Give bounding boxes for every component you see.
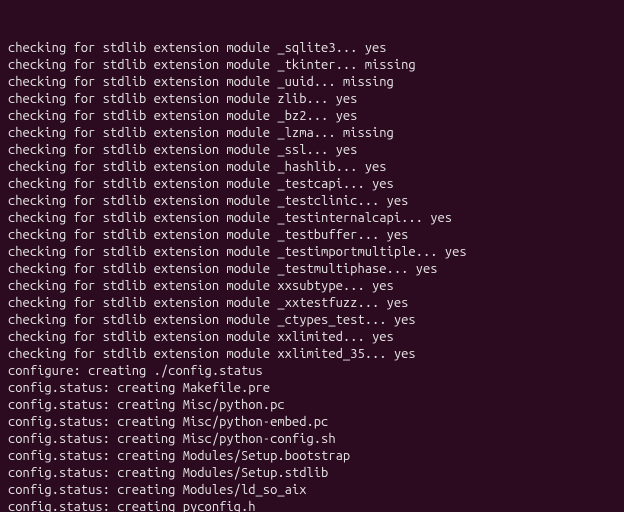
output-line: config.status: creating Modules/Setup.bo… (8, 448, 616, 465)
output-line: config.status: creating Modules/ld_so_ai… (8, 482, 616, 499)
output-line: checking for stdlib extension module _te… (8, 176, 616, 193)
output-line: checking for stdlib extension module xxs… (8, 278, 616, 295)
output-line: config.status: creating Misc/python-embe… (8, 414, 616, 431)
output-line: checking for stdlib extension module _te… (8, 244, 616, 261)
output-line: checking for stdlib extension module _ss… (8, 142, 616, 159)
output-line: checking for stdlib extension module _te… (8, 227, 616, 244)
output-line: checking for stdlib extension module xxl… (8, 329, 616, 346)
output-line: checking for stdlib extension module xxl… (8, 346, 616, 363)
output-line: checking for stdlib extension module _lz… (8, 125, 616, 142)
output-line: config.status: creating pyconfig.h (8, 499, 616, 512)
terminal-output: checking for stdlib extension module _sq… (8, 40, 616, 512)
output-line: config.status: creating Misc/python.pc (8, 397, 616, 414)
output-line: checking for stdlib extension module _ct… (8, 312, 616, 329)
output-line: checking for stdlib extension module _sq… (8, 40, 616, 57)
output-line: checking for stdlib extension module _xx… (8, 295, 616, 312)
output-line: checking for stdlib extension module _ha… (8, 159, 616, 176)
output-line: checking for stdlib extension module _uu… (8, 74, 616, 91)
output-line: checking for stdlib extension module _te… (8, 261, 616, 278)
output-line: checking for stdlib extension module _tk… (8, 57, 616, 74)
output-line: config.status: creating Modules/Setup.st… (8, 465, 616, 482)
output-line: checking for stdlib extension module _te… (8, 210, 616, 227)
output-line: config.status: creating Misc/python-conf… (8, 431, 616, 448)
terminal[interactable]: checking for stdlib extension module _sq… (0, 0, 624, 512)
output-line: checking for stdlib extension module _te… (8, 193, 616, 210)
output-line: checking for stdlib extension module _bz… (8, 108, 616, 125)
output-line: config.status: creating Makefile.pre (8, 380, 616, 397)
output-line: checking for stdlib extension module zli… (8, 91, 616, 108)
output-line: configure: creating ./config.status (8, 363, 616, 380)
